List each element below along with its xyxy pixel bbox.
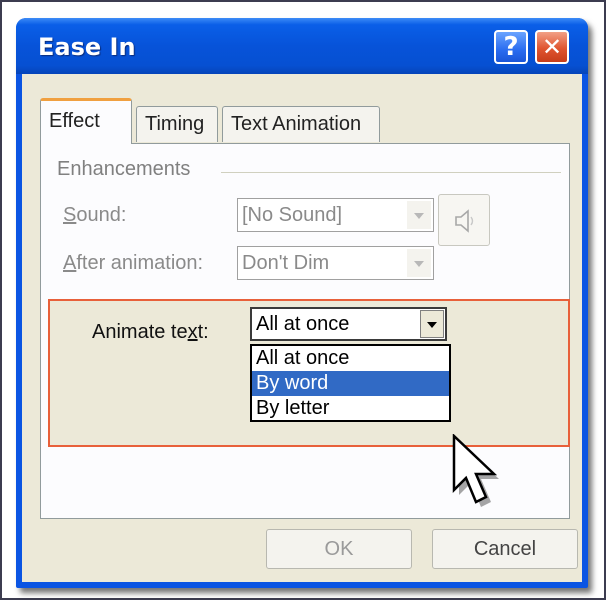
sound-dropdown: [No Sound] xyxy=(237,198,434,232)
chevron-down-icon xyxy=(427,322,437,328)
after-animation-dropdown-arrow xyxy=(407,249,431,277)
animate-text-dropdown[interactable]: All at once xyxy=(250,307,447,341)
window-title: Ease In xyxy=(38,33,136,61)
after-animation-label: After animation: xyxy=(63,252,204,274)
animate-text-label: Animate text: xyxy=(92,321,209,343)
help-icon: ? xyxy=(503,32,519,62)
tab-text-animation[interactable]: Text Animation xyxy=(222,106,380,142)
help-button[interactable]: ? xyxy=(494,30,528,64)
animate-text-dropdown-arrow[interactable] xyxy=(420,310,444,338)
tab-timing[interactable]: Timing xyxy=(136,106,218,142)
title-bar[interactable]: Ease In ? ✕ xyxy=(16,18,588,74)
ok-button[interactable]: OK xyxy=(266,529,412,569)
screenshot-frame: Ease In ? ✕ Effect Timing Text Animation… xyxy=(0,0,606,600)
animate-text-value: All at once xyxy=(256,313,350,335)
chevron-down-icon xyxy=(414,261,424,267)
tab-effect[interactable]: Effect xyxy=(40,98,132,144)
after-animation-value: Don't Dim xyxy=(242,252,330,274)
option-by-word[interactable]: By word xyxy=(252,371,449,396)
dialog-body: Effect Timing Text Animation Enhancement… xyxy=(22,74,582,582)
close-icon: ✕ xyxy=(541,33,563,61)
mouse-pointer-icon xyxy=(452,434,499,507)
sound-volume-button xyxy=(438,194,490,246)
option-by-letter[interactable]: By letter xyxy=(252,396,449,421)
sound-label: Sound: xyxy=(63,204,127,226)
after-animation-dropdown: Don't Dim xyxy=(237,246,434,280)
section-divider xyxy=(221,172,561,173)
option-all-at-once[interactable]: All at once xyxy=(252,346,449,371)
speaker-icon xyxy=(455,209,474,233)
cancel-button[interactable]: Cancel xyxy=(432,529,578,569)
enhancements-section-label: Enhancements xyxy=(57,158,197,181)
animate-text-options-list: All at once By word By letter xyxy=(250,344,451,422)
sound-value: [No Sound] xyxy=(242,204,343,226)
sound-dropdown-arrow xyxy=(407,201,431,229)
close-button[interactable]: ✕ xyxy=(535,30,569,64)
chevron-down-icon xyxy=(414,213,424,219)
ease-in-dialog: Ease In ? ✕ Effect Timing Text Animation… xyxy=(16,18,588,588)
